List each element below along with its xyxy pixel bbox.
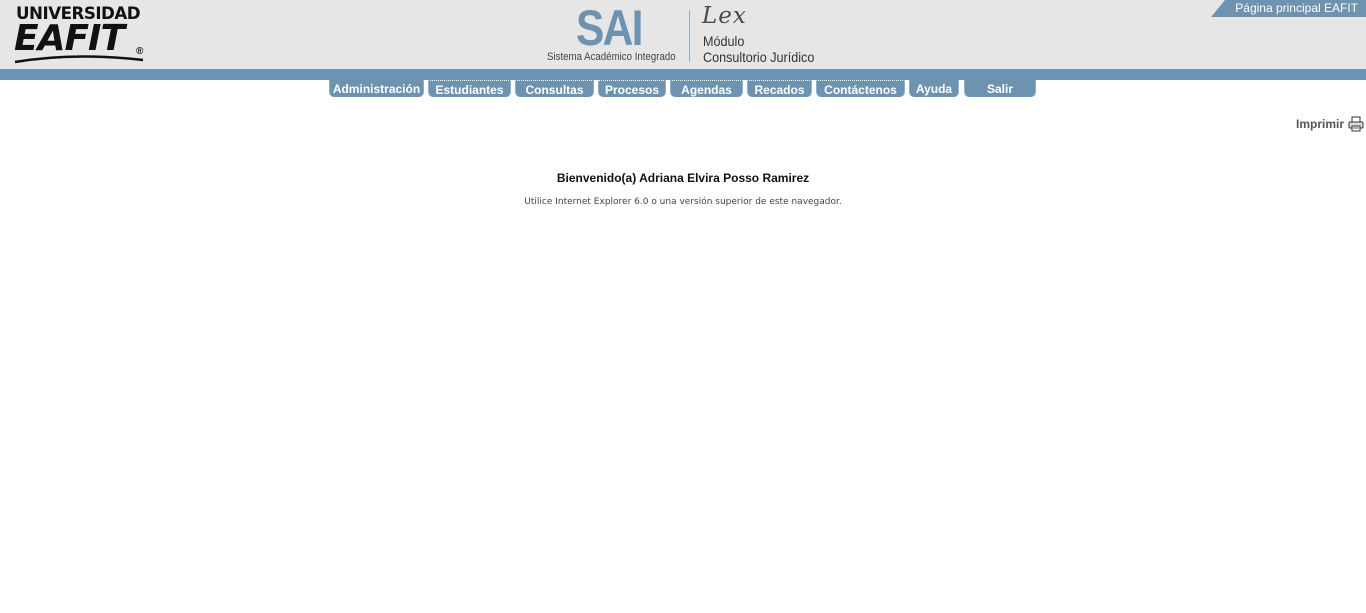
eafit-logo-line2: EAFIT bbox=[14, 18, 125, 59]
printer-icon bbox=[1348, 116, 1364, 132]
header: UNIVERSIDAD EAFIT ® SAI Sistema Académic… bbox=[0, 0, 1366, 69]
welcome-message: Bienvenido(a) Adriana Elvira Posso Ramir… bbox=[556, 171, 810, 185]
module-name: Consultorio Jurídico bbox=[703, 49, 815, 65]
nav-item-ayuda[interactable]: Ayuda bbox=[909, 80, 959, 97]
print-label: Imprimir bbox=[1295, 117, 1344, 131]
print-link[interactable]: Imprimir bbox=[1296, 115, 1364, 133]
main-nav: Administración Estudiantes Consultas Pro… bbox=[0, 80, 1366, 98]
browser-note: Utilice Internet Explorer 6.0 o una vers… bbox=[524, 197, 842, 207]
nav-item-recados[interactable]: Recados bbox=[747, 80, 812, 97]
nav-item-agendas[interactable]: Agendas bbox=[670, 80, 743, 97]
lex-logo: Lex bbox=[702, 3, 747, 29]
nav-item-contactenos[interactable]: Contáctenos bbox=[816, 80, 905, 97]
sai-subtitle: Sistema Académico Integrado bbox=[547, 51, 676, 63]
nav-item-procesos[interactable]: Procesos bbox=[598, 80, 666, 97]
home-link[interactable]: Página principal EAFIT bbox=[1211, 0, 1366, 17]
module-label: Módulo bbox=[703, 33, 745, 49]
nav-item-estudiantes[interactable]: Estudiantes bbox=[428, 80, 511, 97]
eafit-logo[interactable]: UNIVERSIDAD EAFIT ® bbox=[14, 5, 149, 65]
nav-item-salir[interactable]: Salir bbox=[964, 80, 1036, 97]
sai-logo: SAI bbox=[576, 0, 643, 56]
eafit-swoosh-icon bbox=[14, 55, 144, 64]
nav-item-administracion[interactable]: Administración bbox=[329, 80, 424, 97]
logo-divider bbox=[689, 10, 690, 62]
nav-item-consultas[interactable]: Consultas bbox=[515, 80, 594, 97]
header-bar bbox=[0, 69, 1366, 80]
